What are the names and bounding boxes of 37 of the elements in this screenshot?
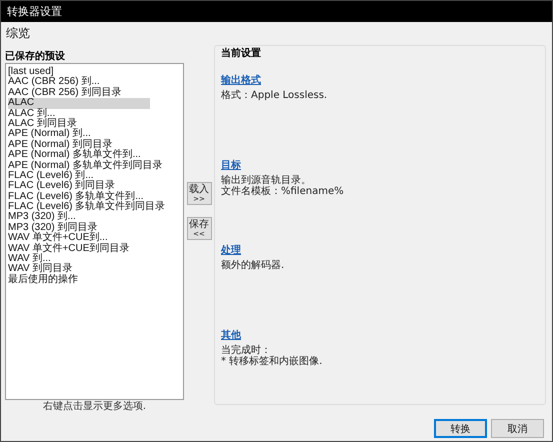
preset-list[interactable] <box>5 63 184 400</box>
preset-item[interactable]: APE (Normal) 多轨单文件到同目录 <box>8 160 162 171</box>
page-heading: 综览 <box>6 25 31 41</box>
preset-item[interactable]: MP3 (320) 到... <box>8 212 150 223</box>
preset-item[interactable]: MP3 (320) 到同目录 <box>8 222 150 234</box>
section-link[interactable]: 其他 <box>221 329 241 342</box>
cancel-button[interactable]: 取消 <box>491 419 544 438</box>
preset-item[interactable]: [last used] <box>8 67 150 78</box>
setting-text: 输出到源音轨目录。 <box>221 175 312 186</box>
preset-item[interactable]: AAC (CBR 256) 到... <box>8 77 150 88</box>
preset-item[interactable]: WAV 到... <box>8 254 150 264</box>
preset-item[interactable]: WAV 到同目录 <box>8 264 150 275</box>
section-link[interactable]: 处理 <box>221 244 241 257</box>
preset-item[interactable]: ALAC 到同目录 <box>8 118 150 130</box>
preset-item[interactable]: WAV 单文件+CUE到... <box>8 233 150 244</box>
preset-item[interactable]: FLAC (Level6) 到... <box>8 170 150 182</box>
setting-text: 格式：Apple Lossless. <box>221 90 328 101</box>
preset-item[interactable]: WAV 单文件+CUE到同目录 <box>8 244 150 254</box>
setting-text: 文件名模板：%filename% <box>221 186 345 197</box>
section-link[interactable]: 目标 <box>221 159 241 172</box>
group-title: 当前设置 <box>221 48 262 60</box>
preset-item[interactable]: FLAC (Level6) 多轨单文件到同目录 <box>8 202 166 212</box>
window-title: 转换器设置 <box>1 1 552 22</box>
convert-button[interactable]: 转换 <box>434 419 487 438</box>
section-link[interactable]: 输出格式 <box>221 74 261 87</box>
preset-item[interactable]: APE (Normal) 到... <box>8 129 150 140</box>
preset-item[interactable]: FLAC (Level6) 到同目录 <box>8 181 150 192</box>
preset-item[interactable]: 最后使用的操作 <box>8 274 150 286</box>
preset-item[interactable]: ALAC <box>8 98 150 109</box>
setting-text: * 转移标签和内嵌图像. <box>221 356 324 367</box>
preset-item[interactable]: ALAC 到... <box>8 108 150 119</box>
hint-text: 右键点击显示更多选项. <box>42 401 148 413</box>
setting-text: 额外的解码器. <box>221 260 286 271</box>
presets-label: 已保存的预设 <box>5 51 66 63</box>
preset-item[interactable]: APE (Normal) 多轨单文件到... <box>8 150 150 161</box>
setting-text: 当完成时： <box>221 345 271 356</box>
preset-item[interactable]: AAC (CBR 256) 到同目录 <box>8 88 150 98</box>
